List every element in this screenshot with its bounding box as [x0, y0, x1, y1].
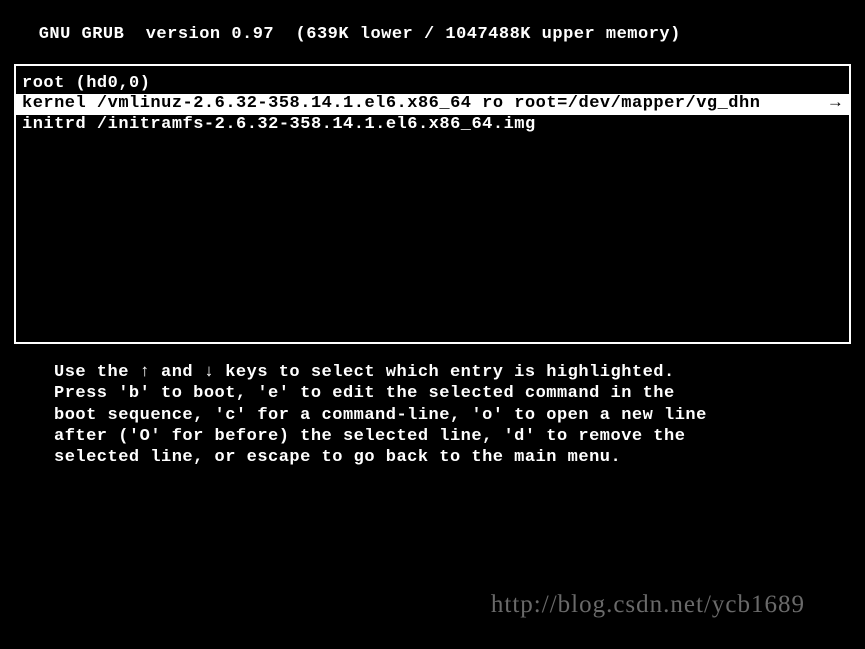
- menu-item-kernel[interactable]: kernel /vmlinuz-2.6.32-358.14.1.el6.x86_…: [16, 94, 849, 114]
- watermark: http://blog.csdn.net/ycb1689: [491, 591, 805, 619]
- menu-item-initrd[interactable]: initrd /initramfs-2.6.32-358.14.1.el6.x8…: [16, 115, 849, 135]
- grub-header: GNU GRUB version 0.97 (639K lower / 1047…: [0, 0, 865, 44]
- menu-item-text: kernel /vmlinuz-2.6.32-358.14.1.el6.x86_…: [22, 94, 760, 114]
- menu-item-root[interactable]: root (hd0,0): [16, 74, 849, 94]
- help-text: Use the ↑ and ↓ keys to select which ent…: [0, 344, 865, 468]
- boot-menu[interactable]: root (hd0,0) kernel /vmlinuz-2.6.32-358.…: [14, 64, 851, 344]
- continuation-arrow-icon: →: [830, 94, 843, 114]
